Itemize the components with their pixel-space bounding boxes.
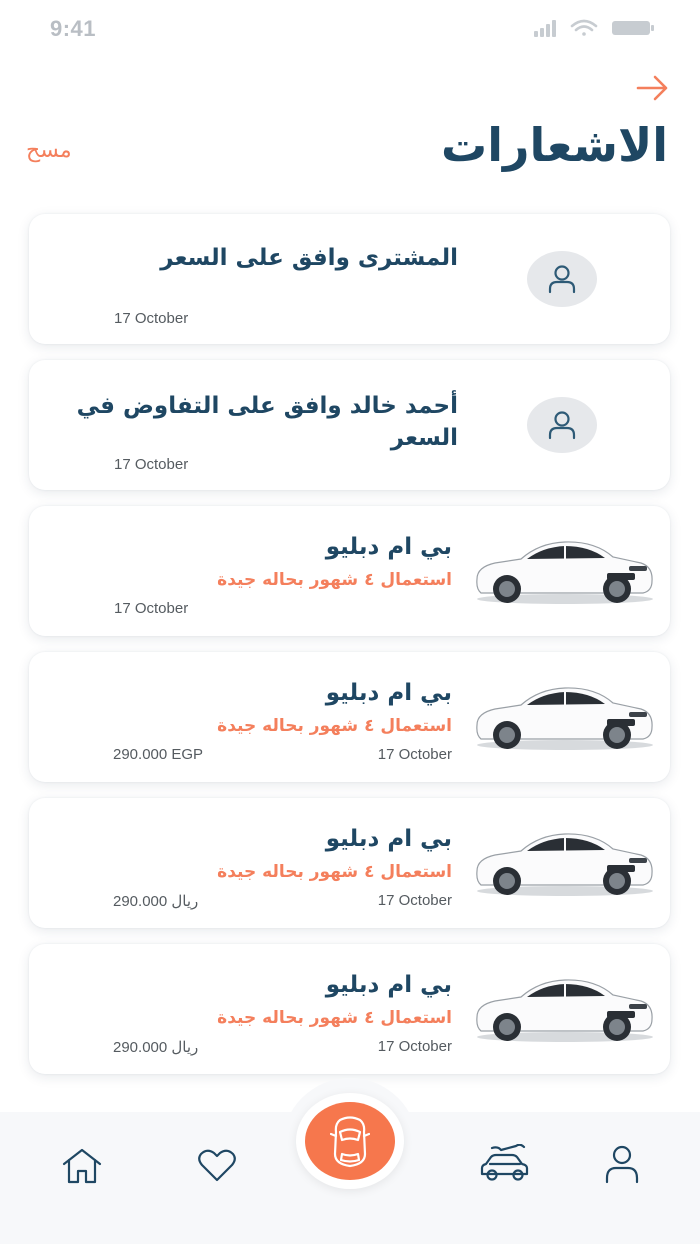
notification-date: 17 October — [114, 310, 189, 327]
car-subtitle: استعمال ٤ شهور بحاله جيدة — [217, 716, 452, 736]
car-notification-card[interactable]: بي ام دبليو استعمال ٤ شهور بحاله جيدة 17… — [29, 798, 670, 928]
car-subtitle: استعمال ٤ شهور بحاله جيدة — [217, 1008, 452, 1028]
car-image — [476, 687, 653, 750]
price-currency: ريال — [171, 893, 199, 910]
status-indicators — [534, 19, 654, 37]
wifi-icon — [570, 19, 598, 36]
avatar — [527, 397, 597, 453]
notification-date: 17 October — [377, 746, 452, 763]
notification-title: المشترى وافق على السعر — [160, 245, 458, 271]
profile-icon[interactable] — [604, 1144, 640, 1184]
car-notification-card[interactable]: بي ام دبليو استعمال ٤ شهور بحاله جيدة 17… — [29, 506, 670, 636]
signal-icon — [534, 20, 556, 37]
price-value: 290.000 — [113, 1039, 168, 1056]
notification-card[interactable]: أحمد خالد وافق على التفاوض في السعر 17 O… — [29, 360, 670, 490]
notification-date: 17 October — [114, 600, 189, 617]
car-subtitle: استعمال ٤ شهور بحاله جيدة — [217, 570, 452, 590]
notification-date: 17 October — [377, 1038, 452, 1055]
avatar — [527, 251, 597, 307]
car-service-icon[interactable] — [478, 1144, 532, 1186]
car-notification-card[interactable]: بي ام دبليو استعمال ٤ شهور بحاله جيدة 17… — [29, 944, 670, 1074]
back-arrow-icon[interactable] — [636, 74, 670, 102]
user-icon — [548, 265, 576, 294]
status-time: 9:41 — [50, 16, 97, 41]
car-subtitle: استعمال ٤ شهور بحاله جيدة — [217, 862, 452, 882]
car-title: بي ام دبليو — [325, 826, 452, 852]
status-bar: 9:41 — [0, 0, 700, 60]
car-image — [476, 541, 653, 604]
car-price: 290.000 ريال — [113, 892, 198, 910]
notification-date: 17 October — [377, 892, 452, 909]
price-currency: ريال — [171, 1039, 199, 1056]
price-value: 290.000 — [113, 893, 168, 910]
page-title: الاشعارات — [441, 118, 668, 172]
home-icon[interactable] — [60, 1146, 104, 1186]
heart-icon[interactable] — [196, 1146, 238, 1184]
car-title: بي ام دبليو — [325, 534, 452, 560]
user-icon — [548, 411, 576, 440]
clear-button[interactable]: مسح — [26, 138, 72, 163]
car-price: 290.000 ريال — [113, 1038, 198, 1056]
notification-card[interactable]: المشترى وافق على السعر 17 October — [29, 214, 670, 344]
notification-title: أحمد خالد وافق على التفاوض في السعر — [76, 393, 458, 451]
sell-car-button[interactable] — [296, 1093, 404, 1189]
car-price: 290.000 EGP — [113, 746, 204, 763]
notification-date: 17 October — [114, 456, 189, 473]
car-icon — [330, 1116, 370, 1168]
car-notification-card[interactable]: بي ام دبليو استعمال ٤ شهور بحاله جيدة 17… — [29, 652, 670, 782]
car-title: بي ام دبليو — [325, 680, 452, 706]
center-button-fill — [305, 1102, 395, 1180]
car-title: بي ام دبليو — [325, 972, 452, 998]
notification-list: المشترى وافق على السعر 17 October أحمد خ… — [29, 214, 670, 1090]
battery-icon — [612, 21, 654, 35]
car-image — [476, 979, 653, 1042]
car-image — [476, 833, 653, 896]
